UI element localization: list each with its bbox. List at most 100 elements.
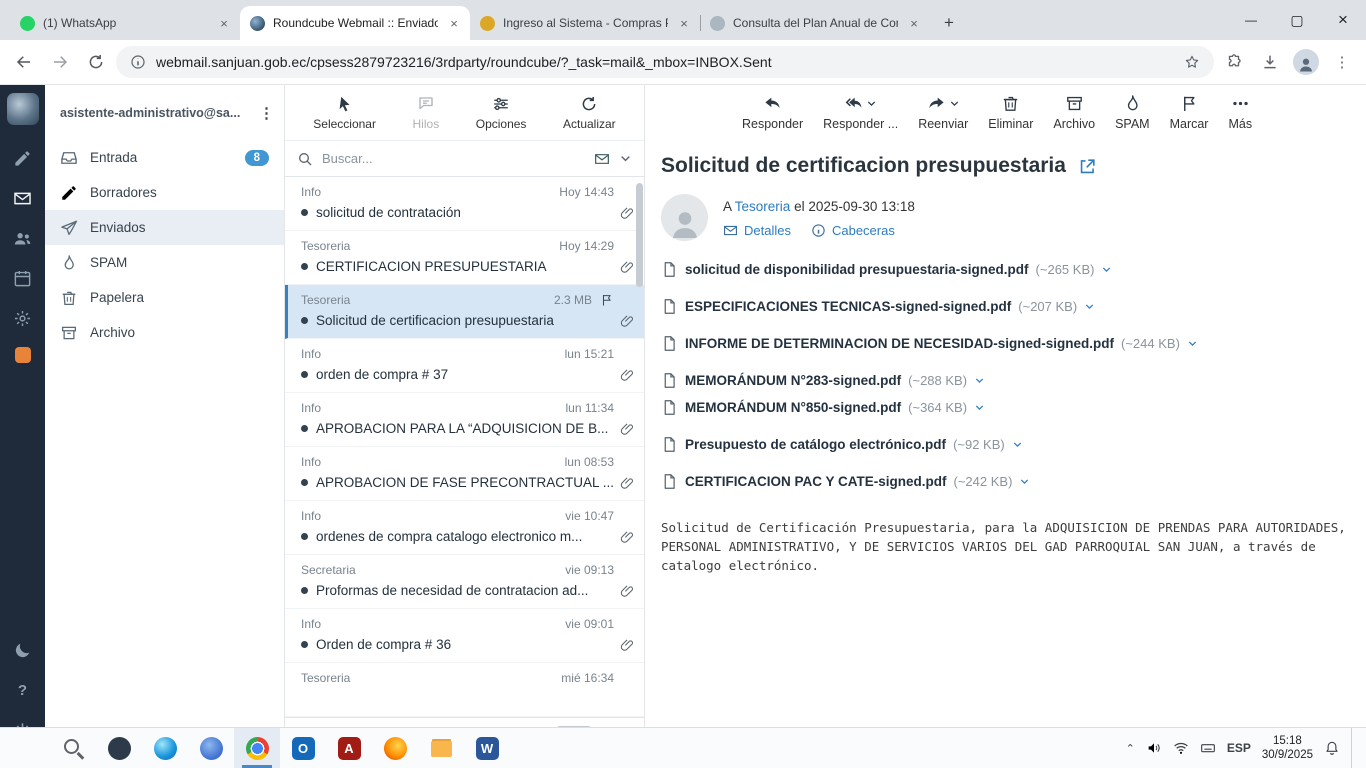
- attachment-menu-chevron-icon[interactable]: [974, 375, 985, 386]
- taskbar-app-button[interactable]: [372, 728, 418, 768]
- reload-button[interactable]: [80, 46, 112, 78]
- attachment-item[interactable]: CERTIFICACION PAC Y CATE-signed.pdf (~24…: [661, 473, 1030, 490]
- address-bar[interactable]: webmail.sanjuan.gob.ec/cpsess2879723216/…: [116, 46, 1214, 78]
- attachment-menu-chevron-icon[interactable]: [1019, 476, 1030, 487]
- search-scope-mail-icon[interactable]: [594, 151, 610, 167]
- browser-tab[interactable]: Consulta del Plan Anual de Con ×: [700, 6, 930, 40]
- taskbar-app-button[interactable]: [188, 728, 234, 768]
- message-toolbar-button[interactable]: Más: [1219, 92, 1261, 133]
- attachment-item[interactable]: INFORME DE DETERMINACION DE NECESIDAD-si…: [661, 335, 1198, 352]
- attachment-menu-chevron-icon[interactable]: [974, 402, 985, 413]
- message-toolbar-button[interactable]: Reenviar: [909, 92, 977, 133]
- dark-mode-button[interactable]: [5, 633, 41, 667]
- attachment-item[interactable]: Presupuesto de catálogo electrónico.pdf …: [661, 436, 1023, 453]
- show-desktop-strip[interactable]: [1351, 728, 1356, 768]
- taskbar-app-button[interactable]: [326, 728, 372, 768]
- attachment-item[interactable]: MEMORÁNDUM N°283-signed.pdf (~288 KB): [661, 372, 985, 389]
- tab-close-icon[interactable]: ×: [216, 15, 232, 31]
- search-input[interactable]: [322, 151, 585, 166]
- folder-item[interactable]: Enviados: [45, 210, 284, 245]
- list-scrollbar-thumb[interactable]: [636, 183, 643, 287]
- bookmark-star-icon[interactable]: [1184, 54, 1200, 70]
- taskbar-app-button[interactable]: [50, 728, 96, 768]
- keyboard-icon[interactable]: [1200, 740, 1216, 756]
- browser-tab[interactable]: Ingreso al Sistema - Compras P ×: [470, 6, 700, 40]
- network-icon[interactable]: [1173, 740, 1189, 756]
- extensions-button[interactable]: [1218, 46, 1250, 78]
- message-list-item[interactable]: Info vie 09:01 Orden de compra # 36: [285, 609, 644, 663]
- attachment-menu-chevron-icon[interactable]: [1101, 264, 1112, 275]
- taskbar-app-button[interactable]: [280, 728, 326, 768]
- attachment-menu-chevron-icon[interactable]: [1012, 439, 1023, 450]
- rail-button[interactable]: [5, 181, 41, 215]
- downloads-button[interactable]: [1254, 46, 1286, 78]
- rail-button[interactable]: [5, 261, 41, 295]
- folder-item[interactable]: Borradores: [45, 175, 284, 210]
- message-list-item[interactable]: Tesoreria Hoy 14:29 CERTIFICACION PRESUP…: [285, 231, 644, 285]
- search-options-chevron-icon[interactable]: [619, 152, 632, 165]
- list-toolbar-button[interactable]: Seleccionar: [313, 95, 376, 131]
- message-list-item[interactable]: Tesoreria 2.3 MB Solicitud de certificac…: [285, 285, 644, 339]
- browser-tab[interactable]: (1) WhatsApp ×: [10, 6, 240, 40]
- help-button[interactable]: ?: [5, 673, 41, 707]
- folder-item[interactable]: Entrada 8: [45, 140, 284, 175]
- notifications-icon[interactable]: [1324, 740, 1340, 756]
- folder-item[interactable]: SPAM: [45, 245, 284, 280]
- account-menu-icon[interactable]: ⋮: [259, 104, 274, 122]
- taskbar-app-button[interactable]: [464, 728, 510, 768]
- message-list-item[interactable]: Info vie 10:47 ordenes de compra catalog…: [285, 501, 644, 555]
- tab-close-icon[interactable]: ×: [676, 15, 692, 31]
- message-toolbar-button[interactable]: Marcar: [1161, 92, 1218, 133]
- message-list-item[interactable]: Info lun 11:34 APROBACION PARA LA “ADQUI…: [285, 393, 644, 447]
- rail-button[interactable]: [5, 301, 41, 335]
- window-minimize-button[interactable]: —: [1228, 0, 1274, 40]
- browser-tab[interactable]: Roundcube Webmail :: Enviado ×: [240, 6, 470, 40]
- tab-close-icon[interactable]: ×: [906, 15, 922, 31]
- open-in-new-window-icon[interactable]: [1078, 157, 1097, 176]
- attachment-item[interactable]: MEMORÁNDUM N°850-signed.pdf (~364 KB): [661, 399, 985, 416]
- rail-button[interactable]: [5, 141, 41, 175]
- folder-item[interactable]: Archivo: [45, 315, 284, 350]
- attachment-menu-chevron-icon[interactable]: [1187, 338, 1198, 349]
- message-list-item[interactable]: Secretaria vie 09:13 Proformas de necesi…: [285, 555, 644, 609]
- headers-toggle[interactable]: Cabeceras: [811, 223, 895, 238]
- recipient-link[interactable]: Tesoreria: [735, 199, 791, 214]
- message-toolbar-button[interactable]: Responder ...: [814, 92, 907, 133]
- window-close-button[interactable]: ×: [1320, 0, 1366, 40]
- tray-overflow-chevron-icon[interactable]: ⌃: [1126, 742, 1135, 755]
- details-toggle[interactable]: Detalles: [723, 223, 791, 238]
- message-toolbar-button[interactable]: Responder: [733, 92, 812, 133]
- language-indicator[interactable]: ESP: [1227, 741, 1251, 755]
- tab-close-icon[interactable]: ×: [446, 15, 462, 31]
- attachment-item[interactable]: ESPECIFICACIONES TECNICAS-signed-signed.…: [661, 298, 1095, 315]
- forward-button[interactable]: [44, 46, 76, 78]
- volume-icon[interactable]: [1146, 740, 1162, 756]
- message-toolbar-button[interactable]: Eliminar: [979, 92, 1042, 133]
- page-number-input[interactable]: [555, 725, 592, 727]
- folder-item[interactable]: Papelera: [45, 280, 284, 315]
- taskbar-app-button[interactable]: [142, 728, 188, 768]
- window-maximize-button[interactable]: ▢: [1274, 0, 1320, 40]
- rail-button[interactable]: [5, 221, 41, 255]
- list-toolbar-button[interactable]: Opciones: [476, 95, 526, 131]
- profile-button[interactable]: [1290, 46, 1322, 78]
- back-button[interactable]: [8, 46, 40, 78]
- browser-menu-button[interactable]: ⋮: [1326, 46, 1358, 78]
- list-toolbar-button[interactable]: Actualizar: [563, 95, 616, 131]
- message-list-item[interactable]: Info Hoy 14:43 solicitud de contratación: [285, 177, 644, 231]
- message-toolbar-button[interactable]: SPAM: [1106, 92, 1159, 133]
- url-text[interactable]: webmail.sanjuan.gob.ec/cpsess2879723216/…: [156, 54, 1174, 70]
- taskbar-app-button[interactable]: [234, 728, 280, 768]
- attachment-item[interactable]: solicitud de disponibilidad presupuestar…: [661, 261, 1112, 278]
- taskbar-app-button[interactable]: [4, 728, 50, 768]
- cpanel-icon[interactable]: [14, 347, 31, 363]
- new-tab-button[interactable]: +: [936, 10, 962, 36]
- message-list-item[interactable]: Tesoreria mié 16:34: [285, 663, 644, 717]
- taskbar-app-button[interactable]: [96, 728, 142, 768]
- account-header[interactable]: asistente-administrativo@sa... ⋮: [45, 85, 284, 140]
- taskbar-app-button[interactable]: [418, 728, 464, 768]
- message-list-item[interactable]: Info lun 08:53 APROBACION DE FASE PRECON…: [285, 447, 644, 501]
- logout-button[interactable]: [5, 713, 41, 727]
- message-list-item[interactable]: Info lun 15:21 orden de compra # 37: [285, 339, 644, 393]
- message-toolbar-button[interactable]: Archivo: [1044, 92, 1104, 133]
